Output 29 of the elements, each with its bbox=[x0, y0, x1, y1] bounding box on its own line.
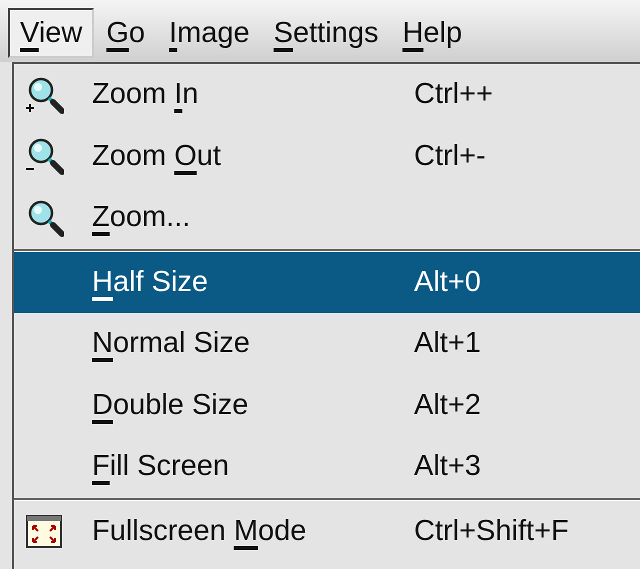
menu-item-label: Zoom In bbox=[92, 77, 200, 112]
shortcut-text: Alt+1 bbox=[414, 326, 481, 361]
shortcut-text: Alt+3 bbox=[414, 449, 481, 484]
menu-item-label: Fill Screen bbox=[92, 449, 230, 484]
menu-item-label: Normal Size bbox=[92, 326, 251, 361]
shortcut-text: Alt+0 bbox=[414, 264, 481, 300]
menu-item[interactable]: Zoom Out Ctrl+- bbox=[14, 126, 640, 187]
magnifier-minus-icon bbox=[24, 136, 64, 176]
menu-item[interactable]: Normal Size Alt+1 bbox=[14, 313, 640, 374]
shortcut-text: Ctrl+- bbox=[414, 138, 486, 174]
menu-item-label: Zoom Out bbox=[92, 138, 222, 174]
menu-bar-item[interactable]: Settings bbox=[262, 8, 390, 58]
menu-bar-item[interactable]: Go bbox=[94, 8, 158, 58]
menu-item[interactable]: Fullscreen Mode Ctrl+Shift+F bbox=[14, 500, 640, 562]
menu-bar-item[interactable]: View bbox=[8, 8, 94, 58]
menu-item[interactable]: Double Size Alt+2 bbox=[14, 374, 640, 436]
menu-item[interactable]: Half Size Alt+0 bbox=[14, 252, 640, 313]
shortcut-text: Alt+2 bbox=[414, 388, 481, 422]
menu-item[interactable]: Fill Screen Alt+3 bbox=[14, 436, 640, 498]
menu-item-label: Double Size bbox=[92, 388, 250, 422]
menu-item-label: Half Size bbox=[92, 264, 210, 300]
menu-bar-item[interactable]: Help bbox=[390, 8, 474, 58]
shortcut-text: Ctrl+Shift+F bbox=[414, 514, 569, 548]
menu-item[interactable]: Zoom... bbox=[14, 187, 640, 248]
menu-item-label: Zoom... bbox=[92, 200, 192, 235]
menu-item-label: Fullscreen Mode bbox=[92, 514, 308, 548]
menu-item[interactable]: Zoom In Ctrl++ bbox=[14, 64, 640, 126]
menu-bar-item[interactable]: Image bbox=[157, 8, 262, 58]
shortcut-text: Ctrl++ bbox=[414, 77, 493, 112]
